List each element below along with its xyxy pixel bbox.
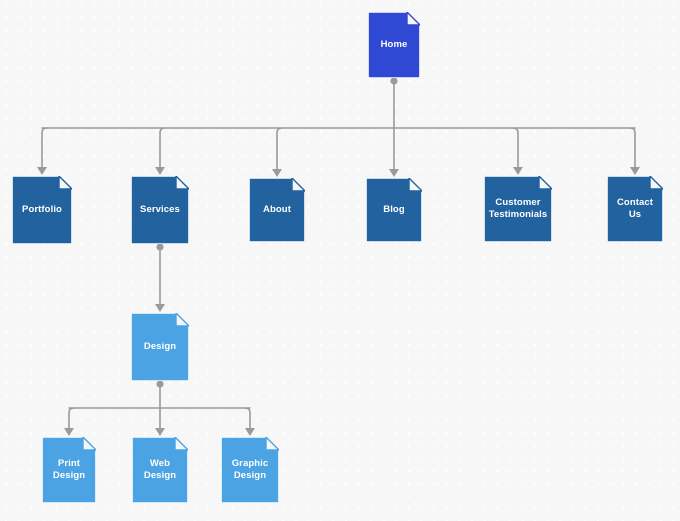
node-label: About [263, 204, 291, 216]
node-label: Blog [383, 204, 405, 216]
node-label: Web Design [143, 458, 177, 481]
node-home[interactable]: Home [368, 12, 420, 78]
node-contact-us[interactable]: Contact Us [607, 176, 663, 242]
node-label: Services [140, 204, 180, 216]
node-customer-testimonials[interactable]: Customer Testimonials [484, 176, 552, 242]
node-graphic-design[interactable]: Graphic Design [221, 437, 279, 503]
edge-layer [37, 77, 640, 436]
node-label: Portfolio [22, 204, 62, 216]
node-label: Design [143, 341, 177, 353]
node-label: Graphic Design [231, 458, 269, 481]
node-services[interactable]: Services [131, 176, 189, 244]
node-label: Contact Us [616, 197, 654, 220]
node-print-design[interactable]: Print Design [42, 437, 96, 503]
node-about[interactable]: About [249, 178, 305, 242]
node-design[interactable]: Design [131, 313, 189, 381]
node-label: Home [380, 39, 408, 51]
node-portfolio[interactable]: Portfolio [12, 176, 72, 244]
node-web-design[interactable]: Web Design [132, 437, 188, 503]
node-label: Print Design [52, 458, 86, 481]
node-label: Customer Testimonials [488, 197, 548, 220]
diagram-canvas[interactable]: Home Portfolio Services About Blog Custo… [0, 0, 680, 521]
node-blog[interactable]: Blog [366, 178, 422, 242]
